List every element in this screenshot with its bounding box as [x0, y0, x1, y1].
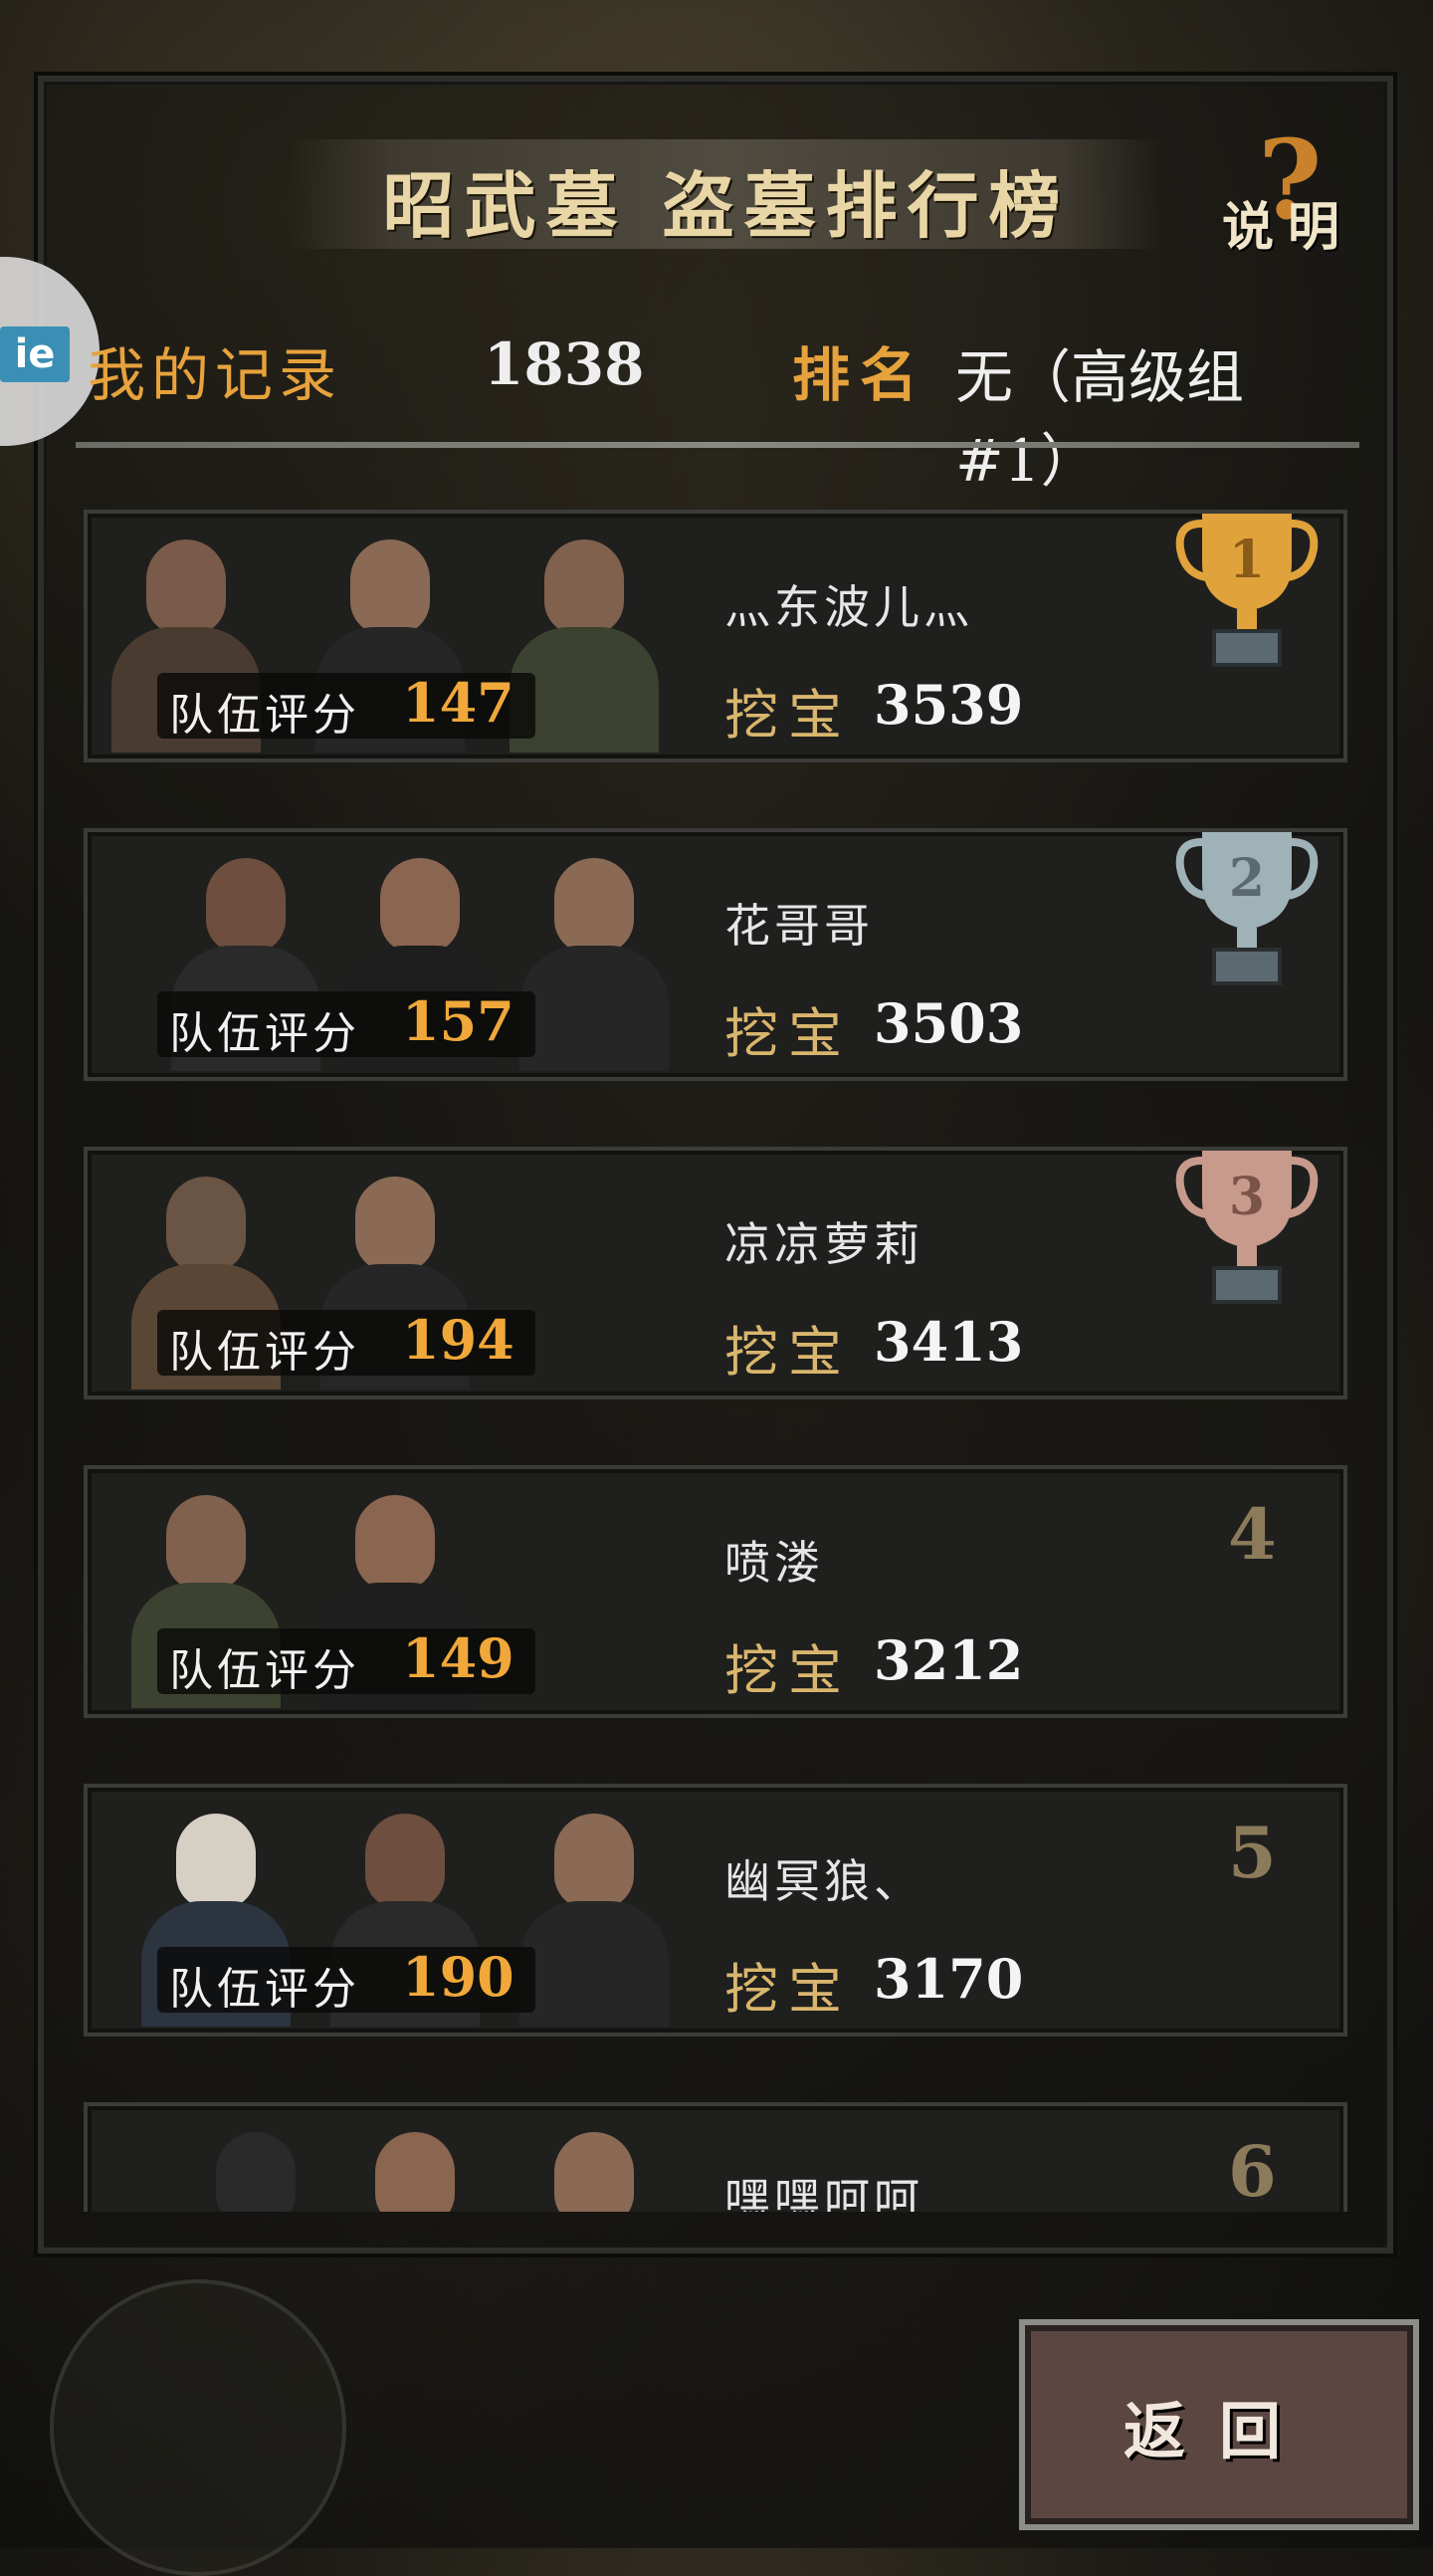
my-record-row: 我的记录 1838 排名 无（高级组#1）	[80, 328, 1353, 495]
my-record-value: 1838	[484, 330, 645, 398]
team-score-value: 149	[402, 1626, 514, 1690]
app-badge-icon[interactable]: ie	[0, 326, 70, 382]
help-button[interactable]: ? 说明	[1222, 125, 1371, 259]
trophy-rank: 3	[1229, 1167, 1265, 1227]
player-name: 幽冥狼、	[724, 1854, 923, 1908]
character-portrait	[171, 2102, 340, 2212]
team-score-value: 147	[402, 671, 514, 735]
character-portrait	[510, 2102, 679, 2212]
team-score-value: 190	[402, 1945, 514, 2009]
dig-label: 挖宝	[724, 684, 852, 747]
silver-trophy-icon: 2	[1175, 832, 1319, 985]
dig-value: 3212	[874, 1628, 1024, 1692]
team-score-value: 194	[402, 1308, 514, 1372]
dig-value: 3503	[874, 991, 1024, 1055]
leaderboard-row-4[interactable]: 队伍评分 149 喷溇 挖宝 3212 4	[84, 1465, 1347, 1718]
dig-value: 3413	[874, 1310, 1024, 1374]
dig-value: 3539	[874, 673, 1024, 737]
bronze-trophy-icon: 3	[1175, 1151, 1319, 1304]
team-score-label: 队伍评分	[169, 690, 360, 741]
page-title: 昭武墓 盗墓排行榜	[382, 163, 1071, 248]
rank-label: 排名	[792, 341, 928, 409]
gold-trophy-icon: 1	[1175, 514, 1319, 667]
team-score-label: 队伍评分	[169, 1008, 360, 1059]
player-name: 凉凉萝莉	[724, 1217, 923, 1271]
team-score-label: 队伍评分	[169, 1645, 360, 1696]
rank-value: 无（高级组#1）	[955, 343, 1245, 495]
rank-number: 6	[1228, 2130, 1277, 2212]
leaderboard-row-1[interactable]: 队伍评分 147 灬东波儿灬 挖宝 3539 1	[84, 510, 1347, 762]
player-name: 喷溇	[724, 1536, 824, 1590]
leaderboard-row-6[interactable]: 嘿嘿呵呵 6	[84, 2102, 1347, 2212]
back-button[interactable]: 返回	[1019, 2319, 1419, 2530]
leaderboard-row-3[interactable]: 队伍评分 194 凉凉萝莉 挖宝 3413 3	[84, 1147, 1347, 1399]
dig-label: 挖宝	[724, 1958, 852, 2021]
player-name: 灬东波儿灬	[724, 580, 973, 634]
character-portrait	[330, 2102, 500, 2212]
dig-label: 挖宝	[724, 1002, 852, 1065]
dig-value: 3170	[874, 1947, 1024, 2011]
dig-label: 挖宝	[724, 1639, 852, 1702]
dig-label: 挖宝	[724, 1321, 852, 1384]
team-score-label: 队伍评分	[169, 1327, 360, 1378]
team-portraits	[102, 2096, 718, 2212]
trophy-rank: 2	[1229, 848, 1265, 909]
back-button-label: 返回	[1123, 2395, 1315, 2468]
trophy-rank: 1	[1229, 530, 1265, 590]
team-score-label: 队伍评分	[169, 1964, 360, 2015]
player-name: 花哥哥	[724, 899, 874, 953]
leaderboard-row-2[interactable]: 队伍评分 157 花哥哥 挖宝 3503 2	[84, 828, 1347, 1081]
team-score-value: 157	[402, 989, 514, 1053]
rank-number: 5	[1228, 1812, 1277, 1894]
leaderboard-list[interactable]: 队伍评分 147 灬东波儿灬 挖宝 3539 1 队伍评分 157 花哥哥 挖宝…	[84, 510, 1347, 2212]
leaderboard-row-5[interactable]: 队伍评分 190 幽冥狼、 挖宝 3170 5	[84, 1784, 1347, 2037]
map-emblem	[50, 2279, 346, 2576]
help-label: 说明	[1222, 197, 1354, 258]
player-name: 嘿嘿呵呵	[724, 2173, 923, 2212]
my-record-label: 我的记录	[88, 341, 343, 409]
rank-number: 4	[1228, 1493, 1277, 1576]
divider	[76, 442, 1359, 448]
